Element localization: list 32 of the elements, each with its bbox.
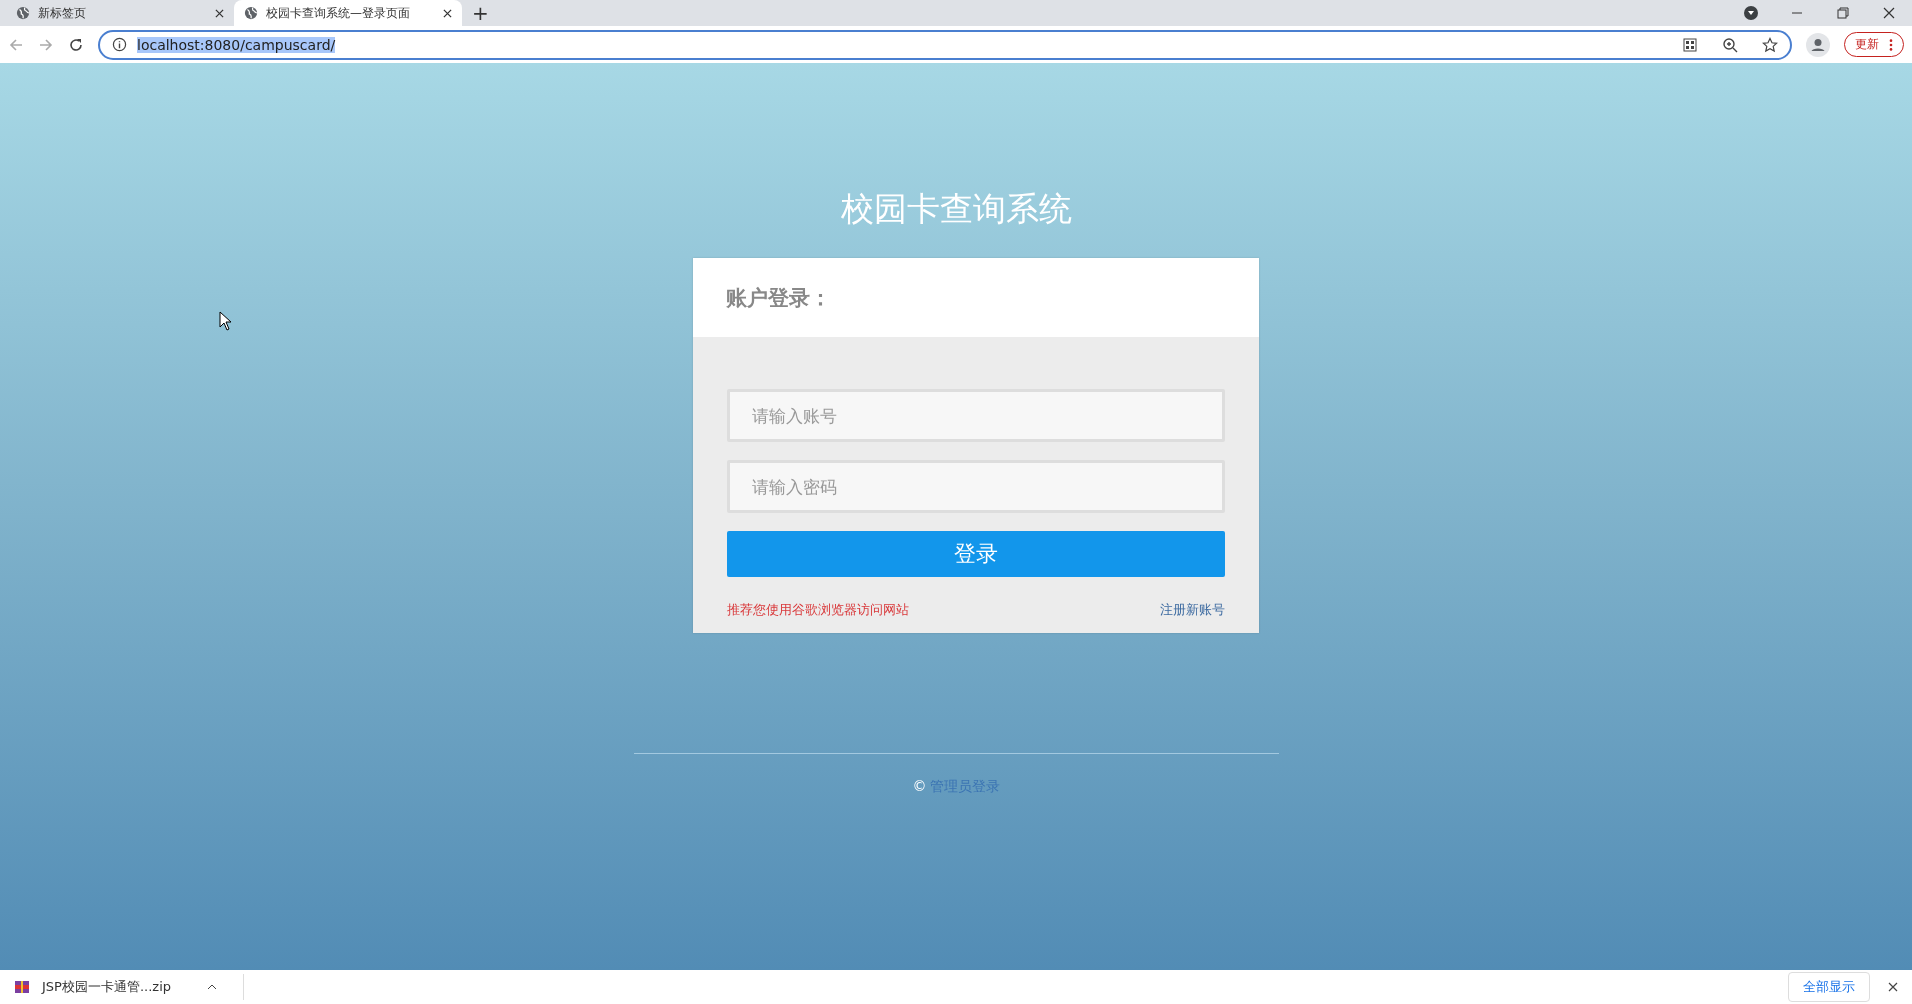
restore-icon[interactable] — [1835, 5, 1851, 21]
url-text: localhost:8080/campuscard/ — [137, 36, 336, 53]
browser-tab[interactable]: 校园卡查询系统—登录页面 — [234, 0, 462, 26]
show-all-button[interactable]: 全部显示 — [1788, 972, 1870, 1002]
close-icon[interactable] — [215, 8, 224, 18]
copyright-symbol: © — [912, 778, 927, 796]
qr-code-icon[interactable] — [1682, 36, 1698, 53]
zoom-icon[interactable] — [1722, 36, 1738, 53]
card-title: 账户登录： — [726, 284, 831, 312]
archive-icon — [14, 979, 30, 995]
star-icon[interactable] — [1762, 36, 1778, 53]
caret-icon[interactable] — [207, 984, 217, 990]
password-field[interactable]: 请输入密码 — [727, 460, 1225, 513]
profile-icon[interactable] — [1806, 32, 1830, 57]
browser-hint: 推荐您使用谷歌浏览器访问网站 — [727, 601, 909, 619]
tab-search-icon[interactable] — [1743, 5, 1759, 21]
account-field[interactable]: 请输入账号 — [727, 389, 1225, 442]
browser-tab[interactable]: 新标签页 — [6, 0, 234, 26]
download-file-name[interactable]: JSP校园一卡通管...zip — [42, 978, 171, 996]
globe-icon — [16, 6, 30, 20]
cursor-icon — [219, 311, 231, 331]
address-bar[interactable]: localhost:8080/campuscard/ — [98, 29, 1792, 60]
info-icon — [112, 37, 127, 52]
menu-icon[interactable] — [1889, 37, 1893, 52]
close-icon[interactable] — [1888, 982, 1898, 992]
globe-icon — [244, 6, 258, 20]
close-icon[interactable] — [443, 8, 452, 18]
reload-icon[interactable] — [68, 36, 84, 53]
close-icon[interactable] — [1881, 5, 1897, 21]
page-title: 校园卡查询系统 — [840, 188, 1072, 230]
new-tab-button[interactable]: + — [462, 0, 499, 26]
register-link[interactable]: 注册新账号 — [1160, 601, 1225, 619]
